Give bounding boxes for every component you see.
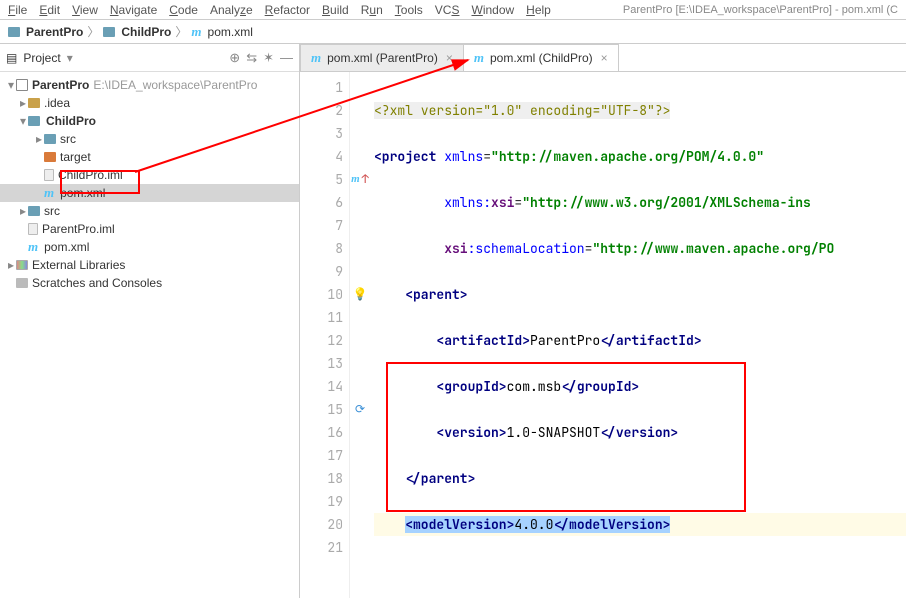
editor-tabs: mpom.xml (ParentPro)× mpom.xml (ChildPro…	[300, 44, 906, 72]
menu-build[interactable]: Build	[322, 3, 349, 17]
hide-icon[interactable]: —	[280, 50, 293, 65]
folder-icon	[44, 152, 56, 162]
libraries-icon	[16, 260, 28, 270]
module-icon	[28, 116, 40, 126]
menu-code[interactable]: Code	[169, 3, 198, 17]
chevron-right-icon: 〉	[87, 23, 99, 40]
close-icon[interactable]: ×	[601, 51, 608, 65]
tree-pom1[interactable]: mpom.xml	[0, 184, 299, 202]
maven-icon: m	[311, 50, 321, 66]
gutter: 123456789101112131415161718192021	[300, 72, 350, 598]
folder-icon	[103, 27, 115, 37]
breadcrumb-root[interactable]: ParentPro	[26, 25, 83, 39]
project-tree[interactable]: ▾ParentProE:\IDEA_workspace\ParentPro ▸.…	[0, 72, 299, 598]
tree-childpro[interactable]: ▾ChildPro	[0, 112, 299, 130]
select-opened-file-icon[interactable]: ⊕	[229, 50, 240, 66]
bulb-icon[interactable]: 💡	[350, 283, 370, 306]
menu-navigate[interactable]: Navigate	[110, 3, 157, 17]
menu-file[interactable]: File	[8, 3, 27, 17]
tree-scratches[interactable]: Scratches and Consoles	[0, 274, 299, 292]
menu-help[interactable]: Help	[526, 3, 551, 17]
maven-icon: m	[474, 50, 484, 66]
collapse-all-icon[interactable]: ⇆	[246, 50, 257, 66]
breadcrumb-file[interactable]: pom.xml	[208, 25, 253, 39]
sidebar-title[interactable]: Project	[23, 51, 60, 65]
scratches-icon	[16, 278, 28, 288]
code-editor[interactable]: 123456789101112131415161718192021 m↑ 💡 ⟳…	[300, 72, 906, 598]
folder-icon	[28, 98, 40, 108]
code-text[interactable]: <?xml version="1.0" encoding="UTF-8"?> <…	[370, 72, 906, 598]
tree-pom2[interactable]: mpom.xml	[0, 238, 299, 256]
breadcrumb-child[interactable]: ChildPro	[121, 25, 171, 39]
file-icon	[28, 223, 38, 235]
project-sidebar: ▤ Project ▾ ⊕ ⇆ ✶ — ▾ParentProE:\IDEA_wo…	[0, 44, 300, 598]
menu-tools[interactable]: Tools	[395, 3, 423, 17]
chevron-right-icon: 〉	[175, 23, 187, 40]
window-title: ParentPro [E:\IDEA_workspace\ParentPro] …	[623, 4, 898, 16]
menu-bar: File Edit View Navigate Code Analyze Ref…	[0, 0, 906, 20]
folder-icon	[8, 27, 20, 37]
menu-refactor[interactable]: Refactor	[265, 3, 310, 17]
tree-src2[interactable]: ▸src	[0, 202, 299, 220]
sidebar-header: ▤ Project ▾ ⊕ ⇆ ✶ —	[0, 44, 299, 72]
tree-iml1[interactable]: ChildPro.iml	[0, 166, 299, 184]
menu-run[interactable]: Run	[361, 3, 383, 17]
file-icon	[44, 169, 54, 181]
project-icon	[16, 79, 28, 91]
tree-idea[interactable]: ▸.idea	[0, 94, 299, 112]
tree-target[interactable]: target	[0, 148, 299, 166]
refresh-gutter-icon[interactable]: ⟳	[350, 398, 370, 421]
maven-icon: m	[44, 185, 54, 201]
folder-icon	[28, 206, 40, 216]
project-dropdown-icon[interactable]: ▤	[6, 51, 17, 65]
menu-view[interactable]: View	[72, 3, 98, 17]
menu-vcs[interactable]: VCS	[435, 3, 460, 17]
tab-parent-pom[interactable]: mpom.xml (ParentPro)×	[300, 44, 464, 71]
dropdown-icon[interactable]: ▾	[67, 51, 73, 65]
up-arrow-gutter-icon[interactable]: m↑	[350, 168, 370, 191]
maven-icon: m	[191, 24, 201, 40]
maven-icon: m	[28, 239, 38, 255]
editor-pane: mpom.xml (ParentPro)× mpom.xml (ChildPro…	[300, 44, 906, 598]
tree-iml2[interactable]: ParentPro.iml	[0, 220, 299, 238]
breadcrumb: ParentPro 〉 ChildPro 〉 m pom.xml	[0, 20, 906, 44]
tree-external-libs[interactable]: ▸External Libraries	[0, 256, 299, 274]
gutter-icons: m↑ 💡 ⟳	[350, 72, 370, 598]
menu-analyze[interactable]: Analyze	[210, 3, 253, 17]
tree-src1[interactable]: ▸src	[0, 130, 299, 148]
close-icon[interactable]: ×	[446, 51, 453, 65]
settings-icon[interactable]: ✶	[263, 50, 274, 66]
tab-child-pom[interactable]: mpom.xml (ChildPro)×	[463, 44, 619, 71]
menu-window[interactable]: Window	[471, 3, 514, 17]
menu-edit[interactable]: Edit	[39, 3, 60, 17]
tree-root[interactable]: ▾ParentProE:\IDEA_workspace\ParentPro	[0, 76, 299, 94]
folder-icon	[44, 134, 56, 144]
